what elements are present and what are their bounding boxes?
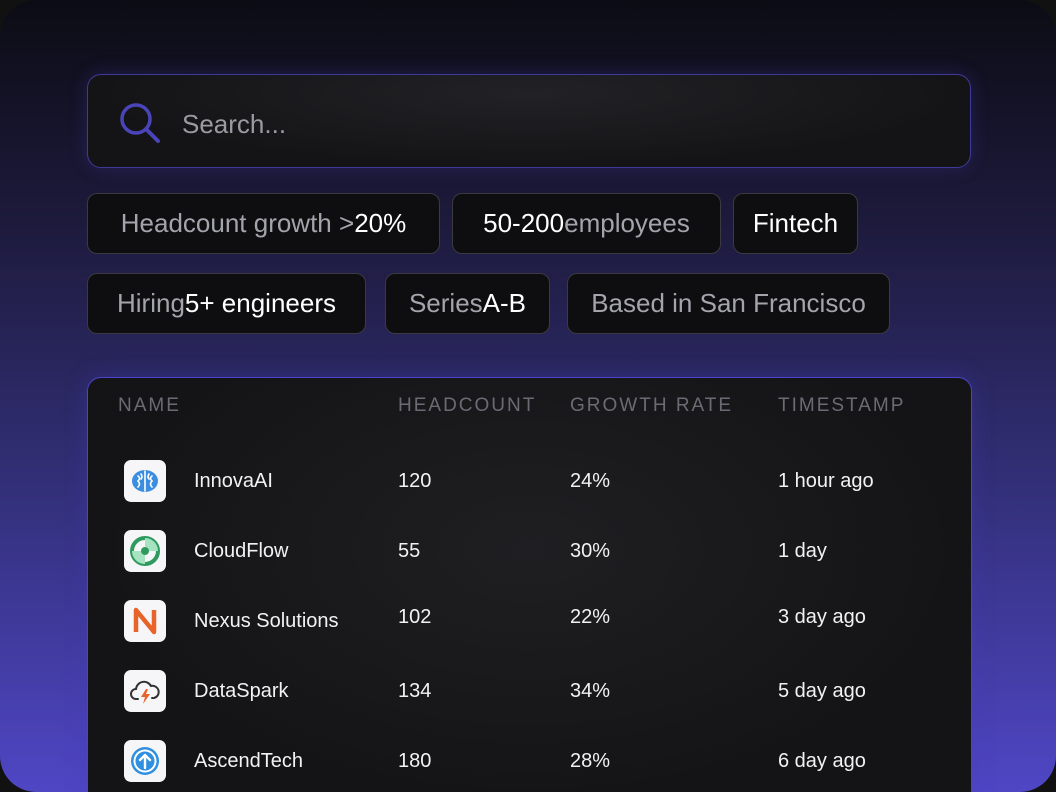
headcount-value: 55: [398, 540, 421, 562]
company-logo: [124, 530, 166, 572]
growth-rate-value: 28%: [570, 750, 611, 772]
column-header-timestamp[interactable]: TIMESTAMP: [778, 395, 905, 417]
chip-value: A-B: [482, 288, 527, 318]
timestamp-value: 1 hour ago: [778, 470, 874, 492]
company-name: AscendTech: [194, 750, 303, 772]
filter-chip-location[interactable]: Based in San Francisco: [567, 273, 890, 334]
search-input[interactable]: [182, 104, 942, 144]
chip-label: Series: [408, 288, 483, 318]
timestamp-value: 5 day ago: [778, 680, 866, 702]
arrow-up-circle-icon: [131, 747, 159, 775]
growth-rate-value: 34%: [570, 680, 611, 702]
company-logo: [124, 740, 166, 782]
column-header-growth-rate[interactable]: GROWTH RATE: [570, 395, 733, 417]
chip-label: Based in San Francisco: [591, 288, 866, 318]
timestamp-value: 3 day ago: [778, 606, 866, 628]
filter-chip-hiring[interactable]: Hiring 5+ engineers: [87, 273, 366, 334]
company-name: Nexus Solutions: [194, 610, 339, 632]
search-icon: [120, 103, 160, 143]
column-header-headcount[interactable]: HEADCOUNT: [398, 395, 536, 417]
growth-rate-value: 30%: [570, 540, 611, 562]
chip-label: Headcount growth >: [120, 208, 355, 238]
growth-rate-value: 22%: [570, 606, 611, 628]
company-logo: [124, 600, 166, 642]
filter-chip-series[interactable]: Series A-B: [385, 273, 550, 334]
chip-value: 50-200: [483, 208, 565, 238]
company-logo: [124, 460, 166, 502]
swirl-icon: [130, 536, 160, 566]
n-letter-icon: [133, 607, 157, 635]
chip-value: Fintech: [752, 208, 839, 238]
company-name: DataSpark: [194, 680, 289, 702]
company-logo: [124, 670, 166, 712]
timestamp-value: 1 day: [778, 540, 827, 562]
chip-value: 5+ engineers: [184, 288, 336, 318]
chip-label: Hiring: [117, 288, 185, 318]
filter-chip-fintech[interactable]: Fintech: [733, 193, 858, 254]
cloud-lightning-icon: [130, 680, 160, 704]
filter-chip-headcount-growth[interactable]: Headcount growth > 20%: [87, 193, 440, 254]
filter-chip-employees[interactable]: 50-200 employees: [452, 193, 721, 254]
column-header-name[interactable]: NAME: [118, 395, 181, 417]
company-name: InnovaAI: [194, 470, 273, 492]
chip-label: employees: [564, 208, 690, 238]
headcount-value: 180: [398, 750, 432, 772]
headcount-value: 102: [398, 606, 432, 628]
brain-icon: [132, 470, 158, 492]
chip-value: 20%: [354, 208, 407, 238]
headcount-value: 134: [398, 680, 432, 702]
growth-rate-value: 24%: [570, 470, 611, 492]
app-frame: Headcount growth > 20% 50-200 employees …: [0, 0, 1056, 792]
company-name: CloudFlow: [194, 540, 289, 562]
timestamp-value: 6 day ago: [778, 750, 866, 772]
headcount-value: 120: [398, 470, 432, 492]
results-table: [87, 377, 972, 792]
